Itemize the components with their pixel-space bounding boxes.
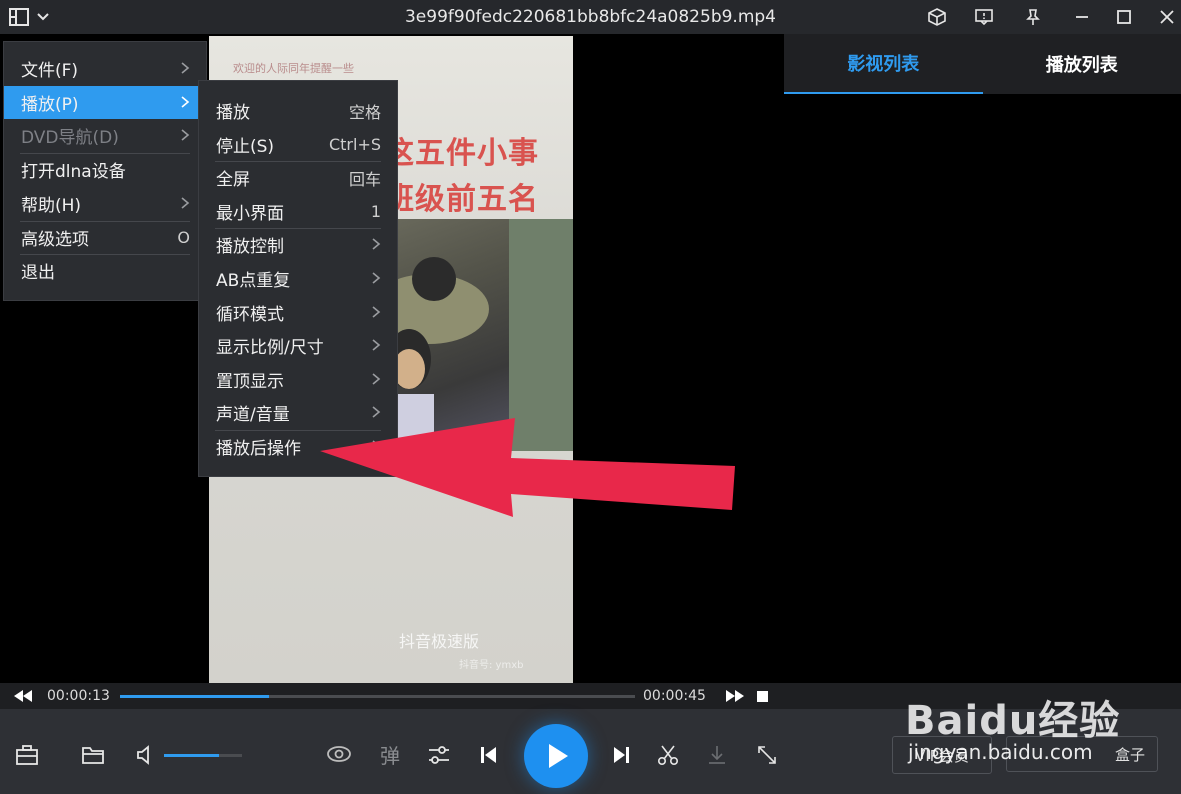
play-menu-item-0[interactable]: 播放 空格 bbox=[199, 94, 397, 127]
volume-icon[interactable] bbox=[134, 743, 158, 767]
chevron-right-icon bbox=[181, 197, 190, 209]
previous-icon[interactable] bbox=[476, 743, 500, 767]
video-watermark: 抖音极速版 bbox=[399, 632, 480, 651]
chevron-right-icon bbox=[372, 339, 381, 351]
main-menu: 文件(F) 播放(P) DVD导航(D) 打开dlna设备 帮助(H) 高级选项 O 退出 bbox=[3, 41, 207, 301]
panel-tabs: 影视列表 播放列表 bbox=[784, 34, 1181, 94]
main-menu-item-label: 帮助(H) bbox=[21, 195, 82, 216]
volume-level bbox=[164, 754, 219, 757]
volume-slider[interactable] bbox=[164, 754, 242, 757]
play-menu-item-label: 全屏 bbox=[216, 170, 250, 191]
danmaku-button[interactable]: 弹 bbox=[378, 741, 402, 768]
current-time: 00:00:13 bbox=[47, 688, 110, 704]
playlist-panel: 影视列表 播放列表 bbox=[784, 34, 1181, 683]
play-menu-item-10[interactable]: 播放后操作 bbox=[199, 430, 397, 463]
play-menu-item-label: 循环模式 bbox=[216, 304, 284, 325]
play-menu-item-shortcut: 1 bbox=[370, 201, 381, 221]
rewind-icon[interactable] bbox=[12, 688, 34, 704]
play-menu-item-label: AB点重复 bbox=[216, 271, 291, 291]
main-menu-item-0[interactable]: 文件(F) bbox=[4, 52, 206, 85]
play-menu-item-6[interactable]: 循环模式 bbox=[199, 296, 397, 329]
play-menu-item-label: 声道/音量 bbox=[216, 405, 290, 426]
seek-slider[interactable] bbox=[120, 695, 635, 698]
cube-icon[interactable] bbox=[926, 6, 948, 28]
main-menu-item-4[interactable]: 帮助(H) bbox=[4, 187, 206, 220]
main-menu-item-label: 高级选项 bbox=[21, 229, 89, 250]
baidu-url: jingyan.baidu.com bbox=[908, 740, 1093, 764]
play-menu-item-4[interactable]: 播放控制 bbox=[199, 228, 397, 261]
next-icon[interactable] bbox=[610, 743, 634, 767]
video-caption: 欢迎的人际同年提醒一些 bbox=[233, 62, 354, 75]
minimize-icon[interactable] bbox=[1071, 6, 1093, 28]
stop-small-icon[interactable] bbox=[756, 690, 768, 702]
play-menu-item-label: 置顶显示 bbox=[216, 371, 284, 392]
main-menu-item-label: 打开dlna设备 bbox=[21, 162, 126, 183]
play-button[interactable] bbox=[524, 724, 588, 788]
window-title: 3e99f90fedc220681bb8bfc24a0825b9.mp4 bbox=[404, 7, 776, 27]
feedback-icon[interactable] bbox=[973, 6, 995, 28]
play-menu-item-8[interactable]: 置顶显示 bbox=[199, 363, 397, 396]
play-menu-item-label: 停止(S) bbox=[216, 136, 275, 157]
chevron-right-icon bbox=[372, 373, 381, 385]
play-menu-item-label: 播放控制 bbox=[216, 237, 284, 258]
chevron-right-icon bbox=[372, 305, 381, 318]
play-menu-item-label: 最小界面 bbox=[216, 203, 284, 224]
title-bar: 3e99f90fedc220681bb8bfc24a0825b9.mp4 bbox=[0, 0, 1181, 34]
chevron-right-icon bbox=[181, 96, 190, 108]
main-menu-item-2[interactable]: DVD导航(D) bbox=[4, 119, 206, 152]
main-menu-item-1[interactable]: 播放(P) bbox=[4, 85, 206, 119]
main-menu-item-6[interactable]: 退出 bbox=[4, 254, 206, 287]
play-menu-item-label: 显示比例/尺寸 bbox=[216, 338, 324, 359]
play-menu-item-label: 播放 bbox=[216, 103, 250, 123]
play-submenu: 播放 空格停止(S) Ctrl+S 全屏 回车最小界面 1 播放控制 AB点重复循环模式显示比… bbox=[198, 80, 398, 477]
close-icon[interactable] bbox=[1156, 6, 1178, 28]
toolbox-icon[interactable] bbox=[14, 743, 40, 767]
baidu-logo: Baidu经验 bbox=[905, 698, 1121, 744]
play-menu-item-2[interactable]: 全屏 回车 bbox=[199, 161, 397, 194]
play-menu-item-1[interactable]: 停止(S) Ctrl+S bbox=[199, 128, 397, 161]
fast-forward-icon[interactable] bbox=[724, 688, 746, 704]
play-menu-item-9[interactable]: 声道/音量 bbox=[199, 396, 397, 429]
play-menu-item-shortcut: Ctrl+S bbox=[328, 134, 381, 154]
chevron-right-icon bbox=[372, 440, 381, 452]
open-folder-icon[interactable] bbox=[80, 743, 106, 767]
scissors-icon[interactable] bbox=[655, 742, 681, 768]
total-time: 00:00:45 bbox=[643, 688, 706, 704]
main-menu-item-3[interactable]: 打开dlna设备 bbox=[4, 153, 206, 186]
play-menu-item-3[interactable]: 最小界面 1 bbox=[199, 195, 397, 228]
play-menu-item-shortcut: 回车 bbox=[348, 169, 381, 189]
video-watermark-id: 抖音号: ymxb bbox=[459, 660, 524, 671]
eye-icon[interactable] bbox=[326, 741, 352, 767]
play-menu-item-5[interactable]: AB点重复 bbox=[199, 262, 397, 295]
tab-video-library[interactable]: 影视列表 bbox=[784, 34, 983, 94]
seek-bar: 00:00:13 00:00:45 bbox=[0, 683, 784, 709]
main-menu-item-label: 文件(F) bbox=[21, 61, 79, 81]
play-menu-item-shortcut: 空格 bbox=[348, 102, 381, 122]
pin-icon[interactable] bbox=[1022, 6, 1044, 28]
video-headline-2: 班级前五名 bbox=[384, 182, 539, 217]
tab-playlist[interactable]: 播放列表 bbox=[983, 34, 1181, 94]
chevron-right-icon bbox=[372, 406, 381, 419]
main-menu-item-label: 播放(P) bbox=[21, 94, 79, 115]
chevron-right-icon bbox=[181, 62, 190, 74]
play-menu-item-7[interactable]: 显示比例/尺寸 bbox=[199, 329, 397, 362]
chevron-right-icon bbox=[181, 129, 190, 142]
play-icon bbox=[549, 744, 568, 768]
main-menu-item-shortcut: O bbox=[177, 227, 190, 247]
settings-sliders-icon[interactable] bbox=[426, 743, 452, 767]
main-menu-item-5[interactable]: 高级选项 O bbox=[4, 221, 206, 254]
seek-progress bbox=[120, 695, 270, 698]
chevron-right-icon bbox=[372, 272, 381, 284]
video-headline-1: 这五件小事 bbox=[384, 136, 539, 171]
main-menu-item-label: DVD导航(D) bbox=[21, 128, 119, 149]
main-menu-item-label: 退出 bbox=[21, 263, 55, 284]
download-icon[interactable] bbox=[704, 742, 730, 768]
maximize-icon[interactable] bbox=[1113, 6, 1135, 28]
chevron-right-icon bbox=[372, 238, 381, 251]
fullscreen-icon[interactable] bbox=[754, 742, 780, 768]
play-menu-item-label: 播放后操作 bbox=[216, 439, 301, 459]
